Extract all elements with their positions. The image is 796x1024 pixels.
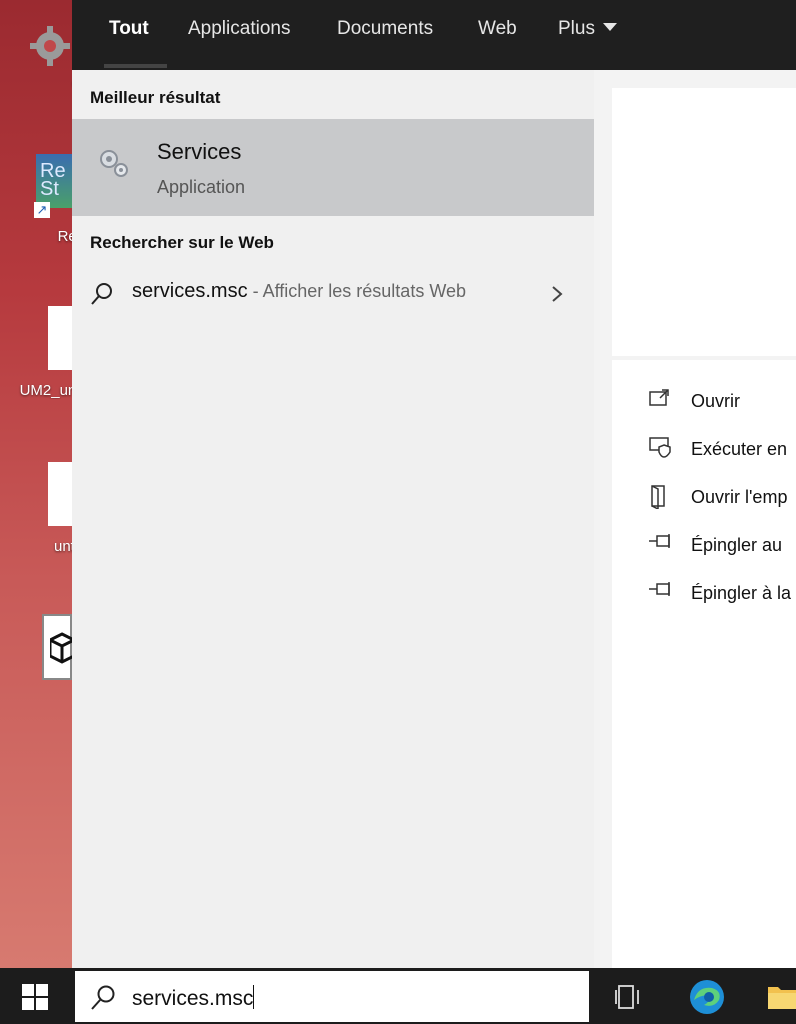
desktop-icon-untitled[interactable]: untitle — [0, 462, 94, 562]
pin-icon — [649, 582, 670, 596]
tab-plus[interactable]: Plus — [558, 18, 617, 40]
windows-start-icon[interactable] — [22, 984, 48, 1010]
search-icon — [91, 283, 112, 305]
run-as-admin-icon — [649, 437, 671, 458]
search-input-value: services.msc — [132, 987, 254, 1010]
best-match-services[interactable]: Services Application — [72, 119, 594, 216]
task-view-icon[interactable] — [614, 982, 644, 1012]
action-label: Ouvrir l'emp — [691, 487, 788, 507]
desktop-icon-untitled-3d[interactable]: unti — [0, 612, 100, 722]
services-gear-icon — [100, 150, 128, 177]
text-cursor — [253, 985, 255, 1009]
gear-icon — [30, 26, 70, 66]
file-explorer-icon[interactable] — [766, 981, 796, 1011]
edge-browser-icon[interactable] — [688, 978, 726, 1016]
results-pane: Meilleur résultat Services Application R… — [72, 70, 594, 968]
web-search-result[interactable]: services.msc - Afficher les résultats We… — [72, 266, 594, 322]
tab-applications[interactable]: Applications — [188, 18, 290, 40]
best-match-type: Application — [157, 177, 246, 197]
action-label: Ouvrir — [691, 391, 740, 411]
tab-plus-label: Plus — [558, 18, 595, 39]
web-search-query: services.msc — [132, 280, 248, 302]
file-icon — [48, 462, 72, 526]
best-match-name: Services — [157, 139, 242, 164]
desktop-icon-regis[interactable]: Re St ↗ RegiS — [0, 150, 98, 250]
taskbar: services.msc — [0, 968, 796, 1024]
action-open-location[interactable]: Ouvrir l'emp — [630, 481, 796, 513]
best-match-header: Meilleur résultat — [90, 88, 221, 107]
tab-documents[interactable]: Documents — [337, 18, 433, 40]
tab-tout[interactable]: Tout — [109, 18, 149, 40]
pin-icon — [649, 534, 670, 548]
3d-cube-icon — [42, 614, 76, 680]
web-search-suffix: - Afficher les résultats Web — [247, 281, 467, 301]
action-pin-taskbar[interactable]: Épingler à la — [630, 577, 796, 609]
desktop-icon-um2[interactable]: UM2_unt — [0, 306, 80, 406]
file-icon — [48, 306, 72, 370]
web-search-header: Rechercher sur le Web — [90, 233, 274, 252]
open-location-icon — [651, 485, 665, 509]
chevron-right-icon[interactable] — [550, 284, 564, 304]
action-pin-start[interactable]: Épingler au — [630, 529, 796, 561]
regis-tile-text: Re St — [40, 160, 66, 200]
action-label: Épingler à la — [691, 583, 792, 603]
action-label: Épingler au — [691, 535, 783, 555]
chevron-down-icon — [602, 23, 617, 31]
action-ouvrir[interactable]: Ouvrir — [630, 385, 796, 417]
open-icon — [649, 389, 669, 406]
taskbar-search-box[interactable]: services.msc — [75, 971, 589, 1022]
preview-pane: Ouvrir Exécuter en Ouvrir l'emp Épingler… — [594, 70, 796, 968]
preview-area — [612, 88, 796, 356]
tab-web[interactable]: Web — [478, 18, 517, 40]
action-label: Exécuter en — [691, 439, 788, 459]
active-tab-indicator — [104, 64, 167, 68]
shortcut-arrow-icon: ↗ — [34, 202, 50, 218]
search-filter-bar: Tout Applications Documents Web Plus — [72, 0, 796, 70]
action-run-as-admin[interactable]: Exécuter en — [630, 433, 796, 465]
search-icon — [91, 985, 115, 1010]
desktop-icon-desk[interactable]: desk — [0, 20, 104, 100]
